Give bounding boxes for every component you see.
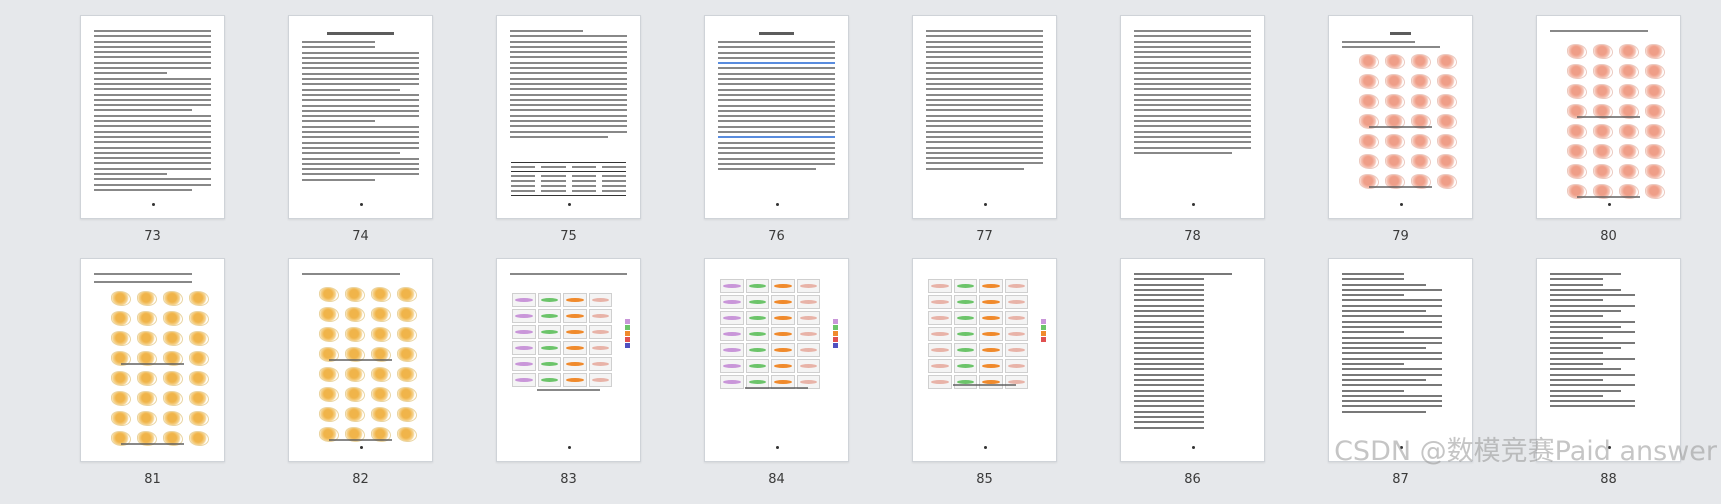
page-thumbnail[interactable] bbox=[704, 258, 849, 462]
page-number: 82 bbox=[352, 472, 369, 487]
page-number: 83 bbox=[560, 472, 577, 487]
page-thumbnail[interactable] bbox=[1120, 15, 1265, 219]
page-number: 88 bbox=[1600, 472, 1617, 487]
page-number: 77 bbox=[976, 229, 993, 244]
thumbnail-cell[interactable]: 81 bbox=[80, 258, 225, 499]
thumbnail-cell[interactable]: 85 bbox=[912, 258, 1057, 499]
page-thumbnail[interactable] bbox=[288, 258, 433, 462]
page-number: 81 bbox=[144, 472, 161, 487]
thumbnail-cell[interactable]: 73 bbox=[80, 15, 225, 256]
page-number: 73 bbox=[144, 229, 161, 244]
thumbnail-cell[interactable]: 75 bbox=[496, 15, 641, 256]
thumbnail-cell[interactable]: 76 bbox=[704, 15, 849, 256]
page-thumbnail[interactable] bbox=[496, 258, 641, 462]
page-thumbnail[interactable] bbox=[912, 15, 1057, 219]
page-thumbnail[interactable] bbox=[1120, 258, 1265, 462]
thumbnail-cell[interactable]: 82 bbox=[288, 258, 433, 499]
page-number: 79 bbox=[1392, 229, 1409, 244]
page-thumbnail[interactable] bbox=[1536, 15, 1681, 219]
thumbnail-cell[interactable]: 84 bbox=[704, 258, 849, 499]
page-thumbnail[interactable] bbox=[80, 258, 225, 462]
page-number: 86 bbox=[1184, 472, 1201, 487]
page-thumbnail[interactable] bbox=[912, 258, 1057, 462]
page-thumbnail-grid: 73 74 75 76 77 78 79 80 81 82 83 84 85 8… bbox=[80, 15, 1681, 499]
page-thumbnail[interactable] bbox=[288, 15, 433, 219]
page-number: 74 bbox=[352, 229, 369, 244]
thumbnail-cell[interactable]: 80 bbox=[1536, 15, 1681, 256]
page-thumbnail[interactable] bbox=[704, 15, 849, 219]
thumbnail-cell[interactable]: 79 bbox=[1328, 15, 1473, 256]
thumbnail-cell[interactable]: 78 bbox=[1120, 15, 1265, 256]
thumbnail-cell[interactable]: 74 bbox=[288, 15, 433, 256]
thumbnail-cell[interactable]: 83 bbox=[496, 258, 641, 499]
page-number: 85 bbox=[976, 472, 993, 487]
page-number: 87 bbox=[1392, 472, 1409, 487]
page-thumbnail[interactable] bbox=[1328, 15, 1473, 219]
page-number: 80 bbox=[1600, 229, 1617, 244]
page-thumbnail[interactable] bbox=[496, 15, 641, 219]
thumbnail-cell[interactable]: 77 bbox=[912, 15, 1057, 256]
thumbnail-cell[interactable]: 86 bbox=[1120, 258, 1265, 499]
page-number: 78 bbox=[1184, 229, 1201, 244]
page-thumbnail[interactable] bbox=[80, 15, 225, 219]
page-number: 76 bbox=[768, 229, 785, 244]
page-number: 84 bbox=[768, 472, 785, 487]
watermark: CSDN @数模竞赛Paid answer bbox=[1334, 436, 1717, 467]
page-number: 75 bbox=[560, 229, 577, 244]
